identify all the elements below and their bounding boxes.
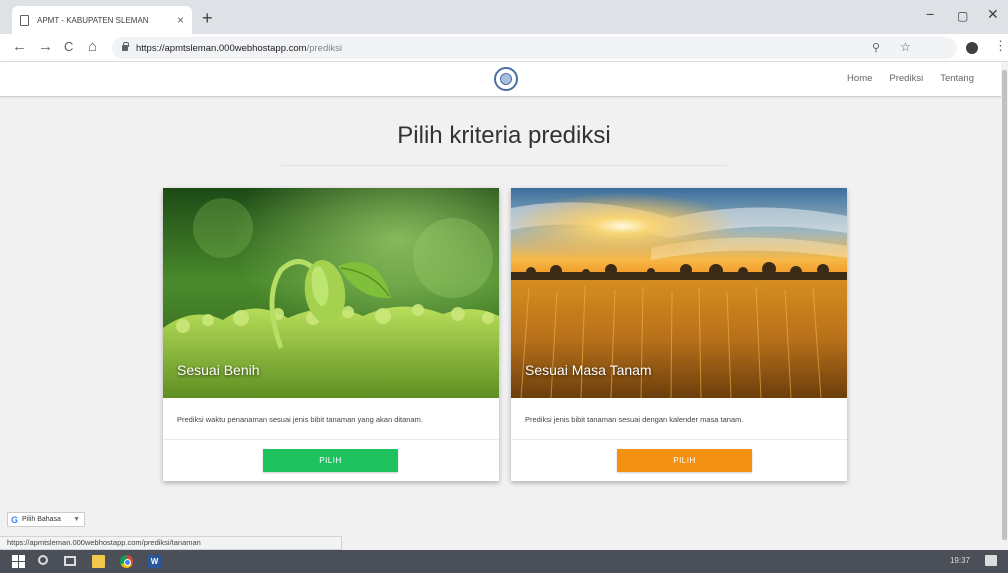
word-icon[interactable]: W xyxy=(148,555,161,568)
bookmark-star-icon[interactable]: ☆ xyxy=(900,40,911,54)
address-bar[interactable]: https://apmtsleman.000webhostapp.com /pr… xyxy=(112,37,957,59)
new-tab-icon[interactable]: + xyxy=(202,8,213,29)
browser-tabstrip: APMT - KABUPATEN SLEMAN × + − ▢ ✕ xyxy=(0,0,1008,34)
card-caption: Sesuai Benih xyxy=(177,362,260,378)
browser-menu-icon[interactable]: ⋮ xyxy=(994,38,1007,54)
url-path: /prediksi xyxy=(306,42,342,54)
nav-link-home[interactable]: Home xyxy=(847,73,872,84)
lock-icon xyxy=(122,42,129,51)
nav-link-tentang[interactable]: Tentang xyxy=(940,73,974,84)
windows-taskbar: W 19:37 xyxy=(0,550,1008,573)
browser-tab[interactable]: APMT - KABUPATEN SLEMAN × xyxy=(12,6,192,34)
task-view-icon[interactable] xyxy=(64,556,76,566)
card-sesuai-benih: Sesuai Benih Prediksi waktu penanaman se… xyxy=(163,188,499,481)
nav-link-prediksi[interactable]: Prediksi xyxy=(889,73,923,84)
reload-icon[interactable]: C xyxy=(64,39,73,54)
pilih-button-masa-tanam[interactable]: PILIH xyxy=(617,449,752,472)
taskbar-search-icon[interactable] xyxy=(38,555,48,565)
site-header: Home Prediksi Tentang xyxy=(0,62,1008,97)
maximize-icon[interactable]: ▢ xyxy=(957,9,968,23)
page-icon xyxy=(20,14,29,26)
seedling-image: Sesuai Benih xyxy=(163,188,499,398)
browser-toolbar: ← → C ⌂ https://apmtsleman.000webhostapp… xyxy=(0,34,1008,62)
card-description: Prediksi jenis bibit tanaman sesuai deng… xyxy=(525,415,744,424)
card-description: Prediksi waktu penanaman sesuai jenis bi… xyxy=(177,415,423,424)
url-host: https://apmtsleman.000webhostapp.com xyxy=(136,42,307,54)
minimize-icon[interactable]: − xyxy=(926,6,934,22)
window-close-icon[interactable]: ✕ xyxy=(987,6,999,23)
profile-avatar[interactable] xyxy=(966,42,978,54)
notification-icon[interactable] xyxy=(985,555,997,566)
card-caption: Sesuai Masa Tanam xyxy=(525,362,652,378)
tray-time[interactable]: 19:37 xyxy=(950,556,970,565)
status-bar-url: https://apmtsleman.000webhostapp.com/pre… xyxy=(0,536,342,550)
language-selector[interactable]: G Pilih Bahasa ▼ xyxy=(7,512,85,527)
system-tray: 19:37 xyxy=(950,556,970,565)
windows-start-icon[interactable] xyxy=(12,555,25,568)
page-title: Pilih kriteria prediksi xyxy=(397,122,611,149)
site-nav: Home Prediksi Tentang xyxy=(847,73,974,84)
card-sesuai-masa-tanam: Sesuai Masa Tanam Prediksi jenis bibit t… xyxy=(511,188,847,481)
wheat-field-sunset-image: Sesuai Masa Tanam xyxy=(511,188,847,398)
tab-title: APMT - KABUPATEN SLEMAN xyxy=(37,15,149,25)
title-divider xyxy=(281,165,727,166)
language-selector-label: Pilih Bahasa xyxy=(22,516,61,523)
pilih-button-benih[interactable]: PILIH xyxy=(263,449,398,472)
close-tab-icon[interactable]: × xyxy=(177,13,184,27)
back-arrow-icon[interactable]: ← xyxy=(12,38,27,55)
zoom-icon[interactable]: ⚲ xyxy=(872,41,880,54)
card-divider xyxy=(511,439,847,440)
chrome-icon[interactable] xyxy=(120,555,133,568)
file-explorer-icon[interactable] xyxy=(92,555,105,568)
dropdown-caret-icon: ▼ xyxy=(73,516,80,523)
home-icon[interactable]: ⌂ xyxy=(88,38,97,55)
card-divider xyxy=(163,439,499,440)
google-g-icon: G xyxy=(11,514,19,525)
forward-arrow-icon[interactable]: → xyxy=(38,38,53,55)
site-logo[interactable] xyxy=(494,67,518,91)
